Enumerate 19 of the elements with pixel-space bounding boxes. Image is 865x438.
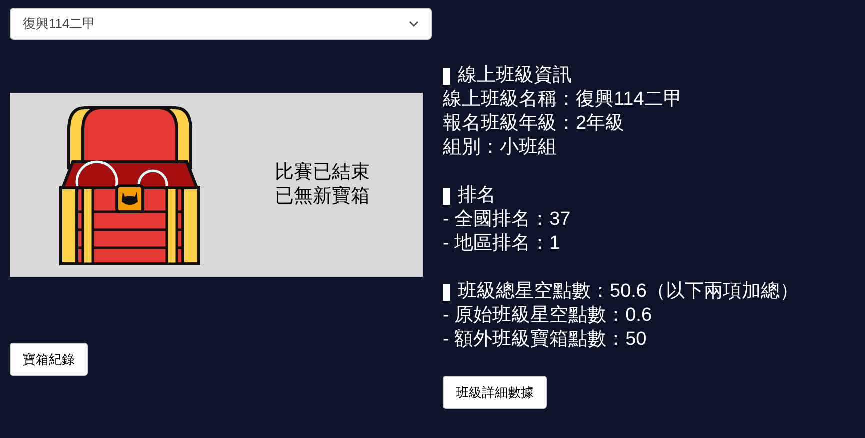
heading-marker-icon: [443, 188, 450, 204]
info-line: - 地區排名：1: [443, 232, 562, 256]
chest-log-button[interactable]: 寶箱紀錄: [10, 343, 88, 376]
chevron-down-icon: [409, 21, 419, 27]
section-heading: 班級總星空點數：50.6（以下兩項加總）: [458, 280, 799, 304]
info-line: - 全國排名：37: [443, 208, 572, 232]
info-line: 組別：小班組: [443, 136, 558, 160]
section-heading: 線上班級資訊: [458, 64, 572, 88]
info-line: 報名班級年級：2年級: [443, 112, 626, 136]
info-line: - 原始班級星空點數：0.6: [443, 304, 654, 328]
status-message: 已無新寶箱: [275, 185, 370, 209]
info-line: 線上班級名稱：復興114二甲: [443, 88, 684, 112]
info-line: - 額外班級寶箱點數：50: [443, 328, 648, 352]
heading-marker-icon: [443, 68, 450, 84]
heading-marker-icon: [443, 284, 450, 300]
section-heading: 排名: [458, 184, 496, 208]
status-message: 比賽已結束: [275, 161, 370, 185]
class-select[interactable]: 復興114二甲: [10, 8, 432, 40]
class-details-button[interactable]: 班級詳細數據: [443, 376, 547, 409]
